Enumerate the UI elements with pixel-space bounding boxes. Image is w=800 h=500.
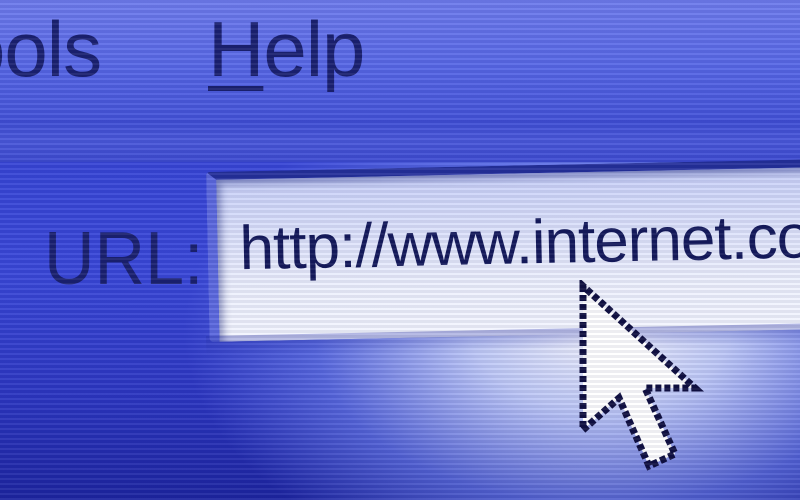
menu-item-help-mnemonic: H [208,5,264,93]
menu-item-tools-label: ools [0,5,102,93]
toolbar-divider [0,120,800,162]
menu-item-help-label: elp [263,5,365,93]
url-label: URL: [44,215,204,301]
browser-window: ools Help URL: http://www.internet.com [0,0,800,500]
address-input-value: http://www.internet.com [238,201,800,284]
menu-item-tools[interactable]: ools [0,4,102,94]
menu-bar: ools Help [0,0,800,120]
arrow-pointer-icon [579,280,705,471]
menu-item-help[interactable]: Help [208,4,365,94]
address-input[interactable]: http://www.internet.com [206,158,800,342]
